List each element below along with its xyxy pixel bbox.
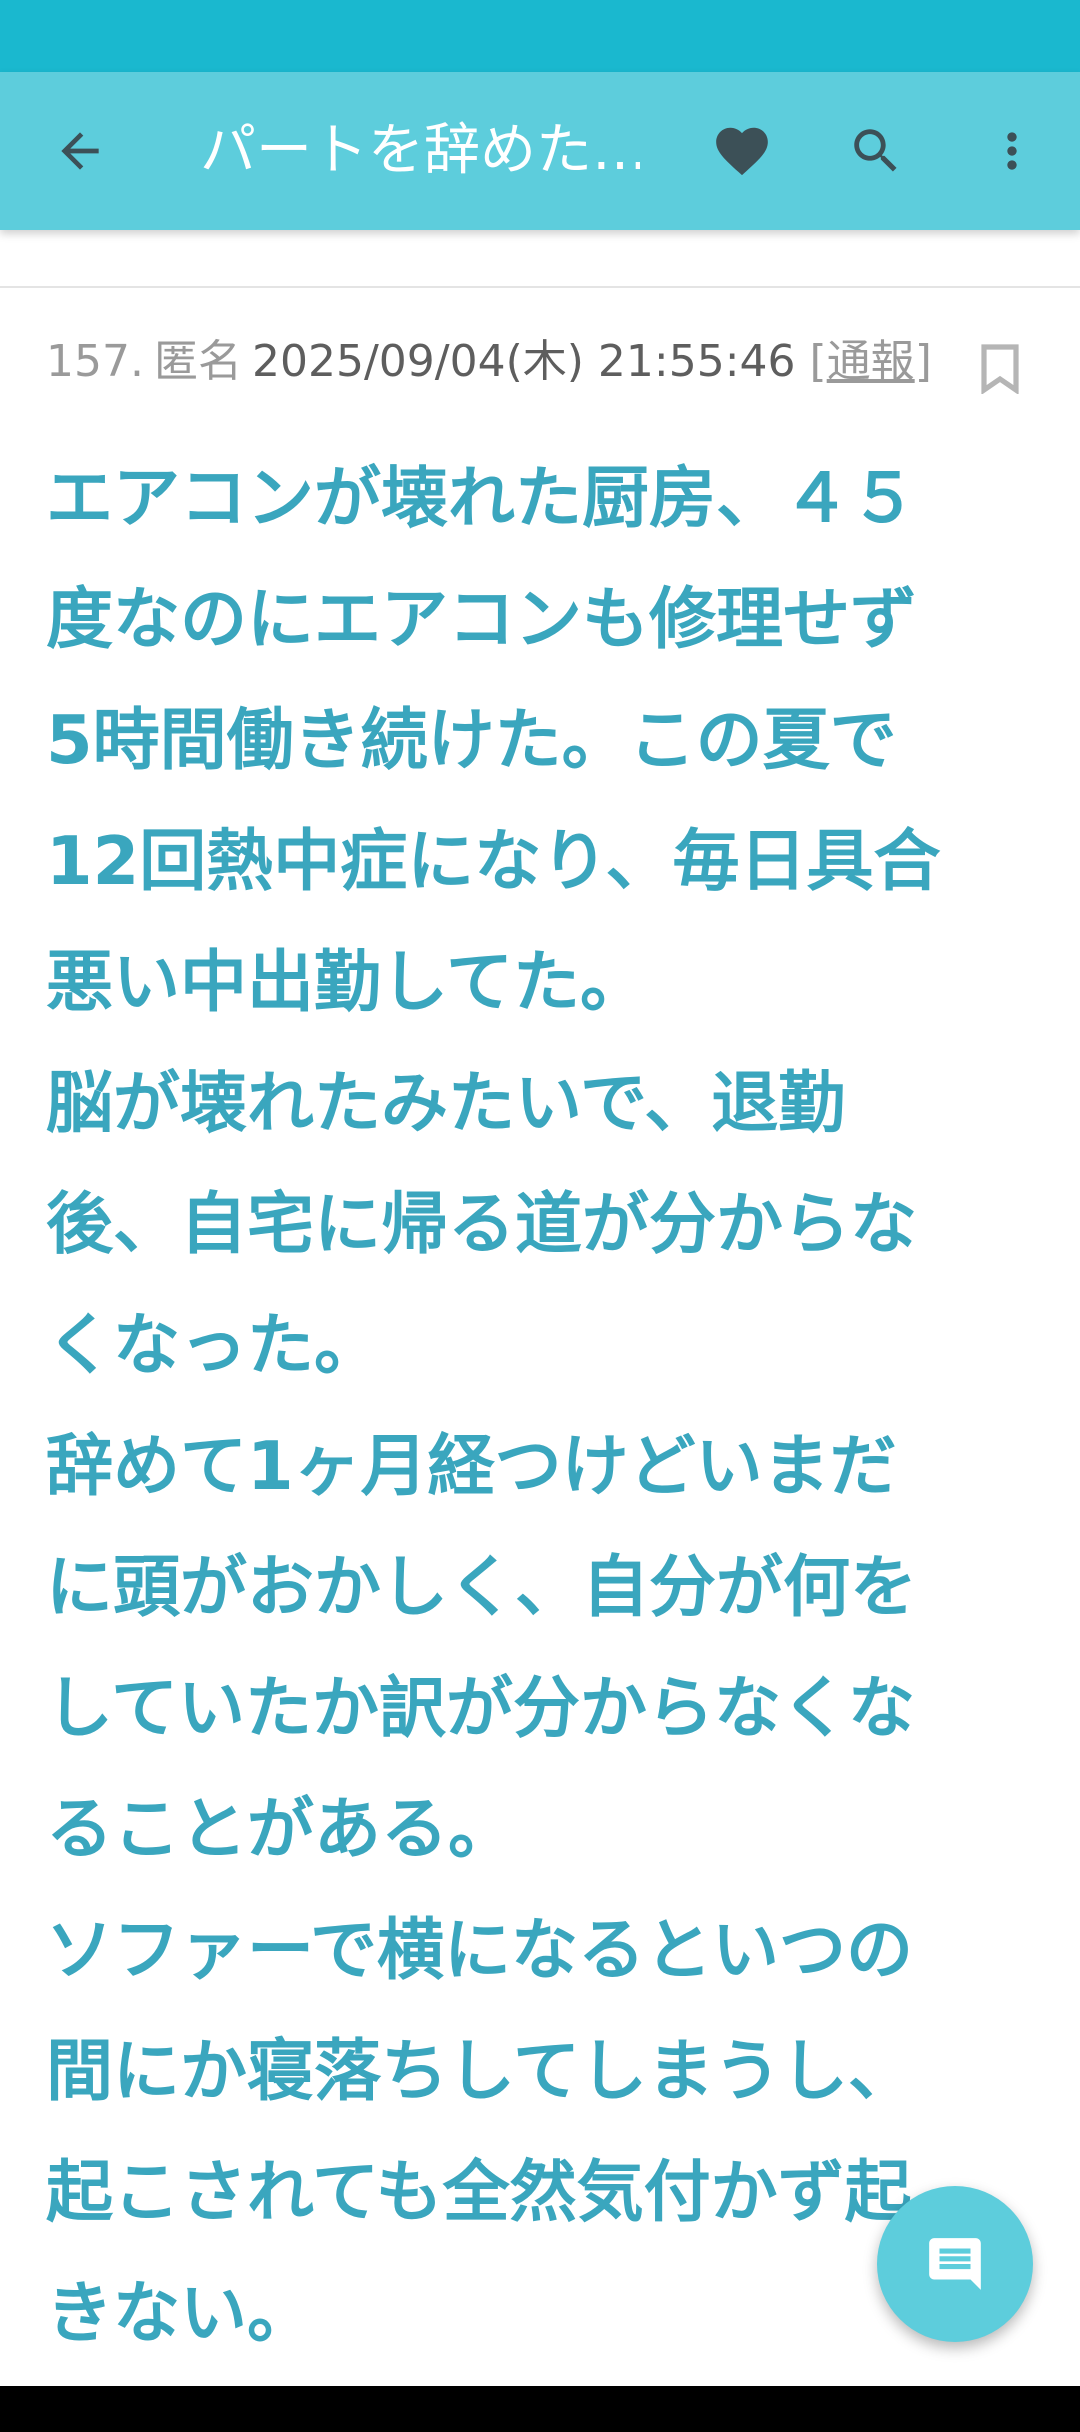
post-body-line: ソファーで横になるといつの [46, 1911, 913, 1989]
report-link[interactable]: [通報] [810, 336, 932, 387]
favorite-button[interactable] [682, 72, 802, 230]
status-bar [0, 0, 1080, 72]
post-body-line: 度なのにエアコンも修理せず [46, 580, 917, 658]
post-body-line: 12回熱中症になり、毎日具合 [46, 822, 941, 900]
post-body-line: 辞めて1ヶ月経つけどいまだ [46, 1427, 897, 1505]
post-body-line: 5時間働き続けた。この夏で [46, 701, 897, 779]
post-body-line: していたか訳が分からなくな [46, 1669, 915, 1747]
post-body-line: ることがある。 [46, 1790, 515, 1868]
post-body-line: 後、自宅に帰る道が分からな [46, 1185, 917, 1263]
arrow-back-icon [61, 132, 99, 170]
post-number: 157. [46, 336, 144, 387]
post-header: 157. 匿名 2025/09/04(木) 21:55:46 [通報] [46, 330, 932, 394]
search-button[interactable] [816, 72, 936, 230]
divider [0, 286, 1080, 288]
post-body-line: 間にか寝落ちしてしまうし、 [46, 2032, 915, 2110]
navigation-bar [0, 2386, 1080, 2432]
report-bracket-close: ] [914, 336, 932, 387]
thread-title: パートを辞めた… [200, 118, 640, 183]
post-body-line: に頭がおかしく、自分が何を [46, 1548, 917, 1626]
write-comment-button[interactable] [877, 2186, 1033, 2342]
post-body-line: 脳が壊れたみたいで、退勤 [46, 1064, 846, 1142]
post-author: 匿名 [153, 336, 242, 387]
report-label: 通報 [826, 336, 915, 387]
heart-icon [716, 127, 768, 176]
app-bar: パートを辞めた… [0, 72, 1080, 230]
more-vert-icon [1007, 132, 1017, 170]
post-datetime: 2025/09/04(木) 21:55:46 [251, 336, 796, 387]
bookmark-button[interactable] [970, 334, 1030, 404]
comment-icon [929, 2238, 981, 2290]
search-icon [854, 129, 897, 172]
post-body-line: エアコンが壊れた厨房、４５ [46, 459, 917, 537]
post-body-line: くなった。 [46, 1306, 381, 1384]
post-body: エアコンが壊れた厨房、４５ 度なのにエアコンも修理せず 5時間働き続けた。この夏… [46, 438, 1046, 2374]
report-bracket-open: [ [809, 336, 827, 387]
more-options-button[interactable] [952, 72, 1072, 230]
post-body-line: 悪い中出勤してた。 [46, 943, 647, 1021]
back-button[interactable] [20, 72, 140, 230]
bookmark-outline-icon [981, 344, 1019, 394]
